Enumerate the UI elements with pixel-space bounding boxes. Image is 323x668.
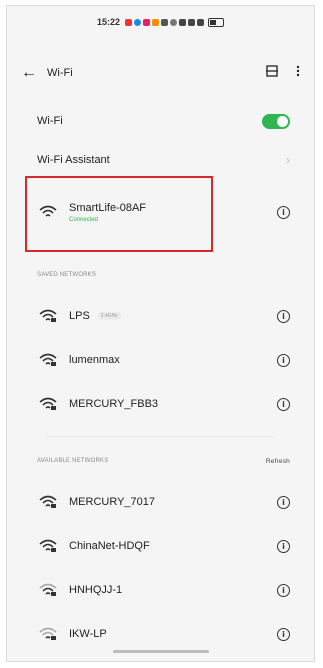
wifi-assistant-row[interactable]: Wi-Fi Assistant › — [7, 148, 314, 172]
network-row[interactable]: ChinaNet-HDQF i — [7, 534, 314, 558]
scan-qr-icon[interactable] — [266, 64, 278, 82]
network-row[interactable]: IKW-LP i — [7, 622, 314, 646]
available-networks-header: AVAILABLE NETWORKS Refresh — [37, 458, 290, 465]
wifi-toggle-switch[interactable] — [262, 113, 290, 129]
home-indicator[interactable] — [112, 650, 209, 653]
notification-icon — [134, 18, 142, 26]
chevron-right-icon: › — [286, 153, 290, 167]
info-icon[interactable]: i — [277, 309, 290, 323]
section-title: SAVED NETWORKS — [37, 272, 97, 278]
wifi-lock-icon — [39, 539, 57, 552]
network-row[interactable]: lumenmax i — [7, 348, 314, 372]
info-icon[interactable]: i — [277, 627, 290, 641]
phone-screen: 15:22 ← Wi-Fi Wi-Fi Wi-Fi Assistant › Sm… — [6, 5, 315, 662]
notification-icon — [170, 18, 178, 26]
info-icon[interactable]: i — [277, 495, 290, 509]
status-time: 15:22 — [96, 17, 121, 27]
info-icon[interactable]: i — [277, 205, 290, 219]
app-bar: ← Wi-Fi — [7, 58, 314, 88]
wifi-lock-icon — [39, 627, 57, 640]
network-name: ChinaNet-HDQF — [69, 540, 150, 552]
divider — [47, 436, 274, 437]
more-options-icon[interactable] — [296, 64, 300, 82]
network-name: MERCURY_FBB3 — [69, 398, 159, 410]
network-name: lumenmax — [69, 354, 120, 366]
back-arrow-icon[interactable]: ← — [21, 64, 37, 82]
network-name: IKW-LP — [69, 628, 107, 640]
network-name: MERCURY_7017 — [69, 496, 156, 508]
battery-icon — [208, 17, 225, 27]
network-name: LPS — [69, 310, 90, 322]
notification-icon — [152, 18, 160, 26]
wifi-lock-icon — [39, 397, 57, 410]
network-name: SmartLife-08AF — [69, 201, 147, 214]
wifi-lock-icon — [39, 353, 57, 366]
network-row[interactable]: LPS 2.4GHz i — [7, 304, 314, 328]
notification-icon — [125, 18, 133, 26]
notification-icon — [161, 18, 169, 26]
network-name: HNHQJJ-1 — [69, 584, 123, 596]
connected-network-row[interactable]: SmartLife-08AF Connected i — [7, 192, 314, 232]
info-icon[interactable]: i — [277, 353, 290, 367]
signal-icon — [197, 18, 205, 26]
wifi-lock-icon — [39, 583, 57, 596]
saved-networks-header: SAVED NETWORKS — [37, 272, 290, 278]
section-title: AVAILABLE NETWORKS — [37, 458, 109, 464]
wifi-lock-icon — [39, 495, 57, 508]
network-row[interactable]: MERCURY_FBB3 i — [7, 392, 314, 416]
refresh-button[interactable]: Refresh — [266, 458, 290, 465]
info-icon[interactable]: i — [277, 397, 290, 411]
wifi-status-icon — [179, 18, 187, 26]
wifi-signal-icon — [39, 205, 57, 217]
network-row[interactable]: MERCURY_7017 i — [7, 490, 314, 514]
info-icon[interactable]: i — [277, 583, 290, 597]
band-badge: 2.4GHz — [97, 312, 121, 320]
info-icon[interactable]: i — [277, 539, 290, 553]
wifi-toggle-label: Wi-Fi — [37, 115, 63, 127]
connection-status: Connected — [69, 216, 99, 223]
signal-icon — [188, 18, 196, 26]
network-row[interactable]: HNHQJJ-1 i — [7, 578, 314, 602]
status-bar: 15:22 — [7, 12, 314, 32]
page-title: Wi-Fi — [47, 67, 73, 79]
notification-icon — [143, 18, 151, 26]
wifi-assistant-label: Wi-Fi Assistant — [37, 154, 110, 166]
wifi-toggle-row[interactable]: Wi-Fi — [7, 109, 314, 133]
wifi-lock-icon — [39, 309, 57, 322]
